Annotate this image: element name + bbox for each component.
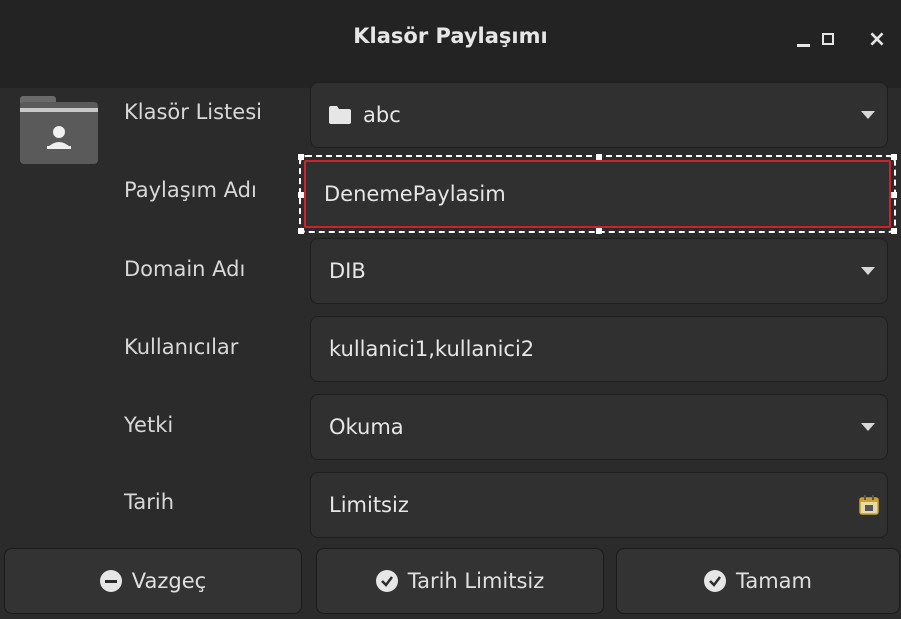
cancel-button[interactable]: Vazgeç <box>4 548 302 614</box>
window-title: Klasör Paylaşımı <box>353 24 548 48</box>
users-value: kullanici1,kullanici2 <box>329 337 535 361</box>
check-circle-icon <box>375 570 398 592</box>
share-name-input[interactable]: DenemePaylasim <box>298 154 897 234</box>
share-name-value: DenemePaylasim <box>324 182 506 206</box>
minus-circle-icon <box>99 570 122 592</box>
resize-handle <box>596 228 602 234</box>
share-name-label: Paylaşım Adı <box>124 178 257 202</box>
date-unlimited-button[interactable]: Tarih Limitsiz <box>316 548 604 614</box>
domain-name-value: DIB <box>329 259 366 283</box>
chevron-down-icon <box>861 423 875 431</box>
date-input[interactable]: Limitsiz <box>310 472 888 538</box>
cancel-button-label: Vazgeç <box>131 569 207 593</box>
ok-button[interactable]: Tamam <box>616 548 900 614</box>
check-circle-icon <box>703 570 726 592</box>
ok-button-label: Tamam <box>735 569 812 593</box>
resize-handle <box>298 154 304 160</box>
date-label: Tarih <box>124 490 174 514</box>
title-bar[interactable]: Klasör Paylaşımı × <box>0 0 901 88</box>
users-input[interactable]: kullanici1,kullanici2 <box>310 316 888 382</box>
calendar-icon[interactable] <box>859 495 879 515</box>
domain-name-dropdown[interactable]: DIB <box>310 238 888 304</box>
resize-handle <box>891 228 897 234</box>
resize-handle <box>298 192 304 198</box>
chevron-down-icon <box>861 267 875 275</box>
shared-folder-icon <box>20 96 98 164</box>
users-label: Kullanıcılar <box>124 335 239 359</box>
permission-dropdown[interactable]: Okuma <box>310 394 888 460</box>
date-unlimited-button-label: Tarih Limitsiz <box>407 569 545 593</box>
resize-handle <box>298 228 304 234</box>
folder-list-dropdown[interactable]: abc <box>310 82 888 148</box>
permission-value: Okuma <box>329 415 404 439</box>
folder-icon <box>329 106 351 124</box>
folder-share-dialog: Klasör Paylaşımı × Klasör Listesi abc Pa… <box>0 0 901 619</box>
date-value: Limitsiz <box>329 493 409 517</box>
resize-handle <box>891 192 897 198</box>
resize-handle <box>891 154 897 160</box>
folder-list-label: Klasör Listesi <box>124 100 262 124</box>
maximize-icon[interactable] <box>811 22 845 56</box>
chevron-down-icon <box>861 111 875 119</box>
close-icon[interactable]: × <box>860 22 894 56</box>
permission-label: Yetki <box>124 413 174 437</box>
resize-handle <box>596 154 602 160</box>
folder-list-value: abc <box>363 103 401 127</box>
domain-name-label: Domain Adı <box>124 257 246 281</box>
